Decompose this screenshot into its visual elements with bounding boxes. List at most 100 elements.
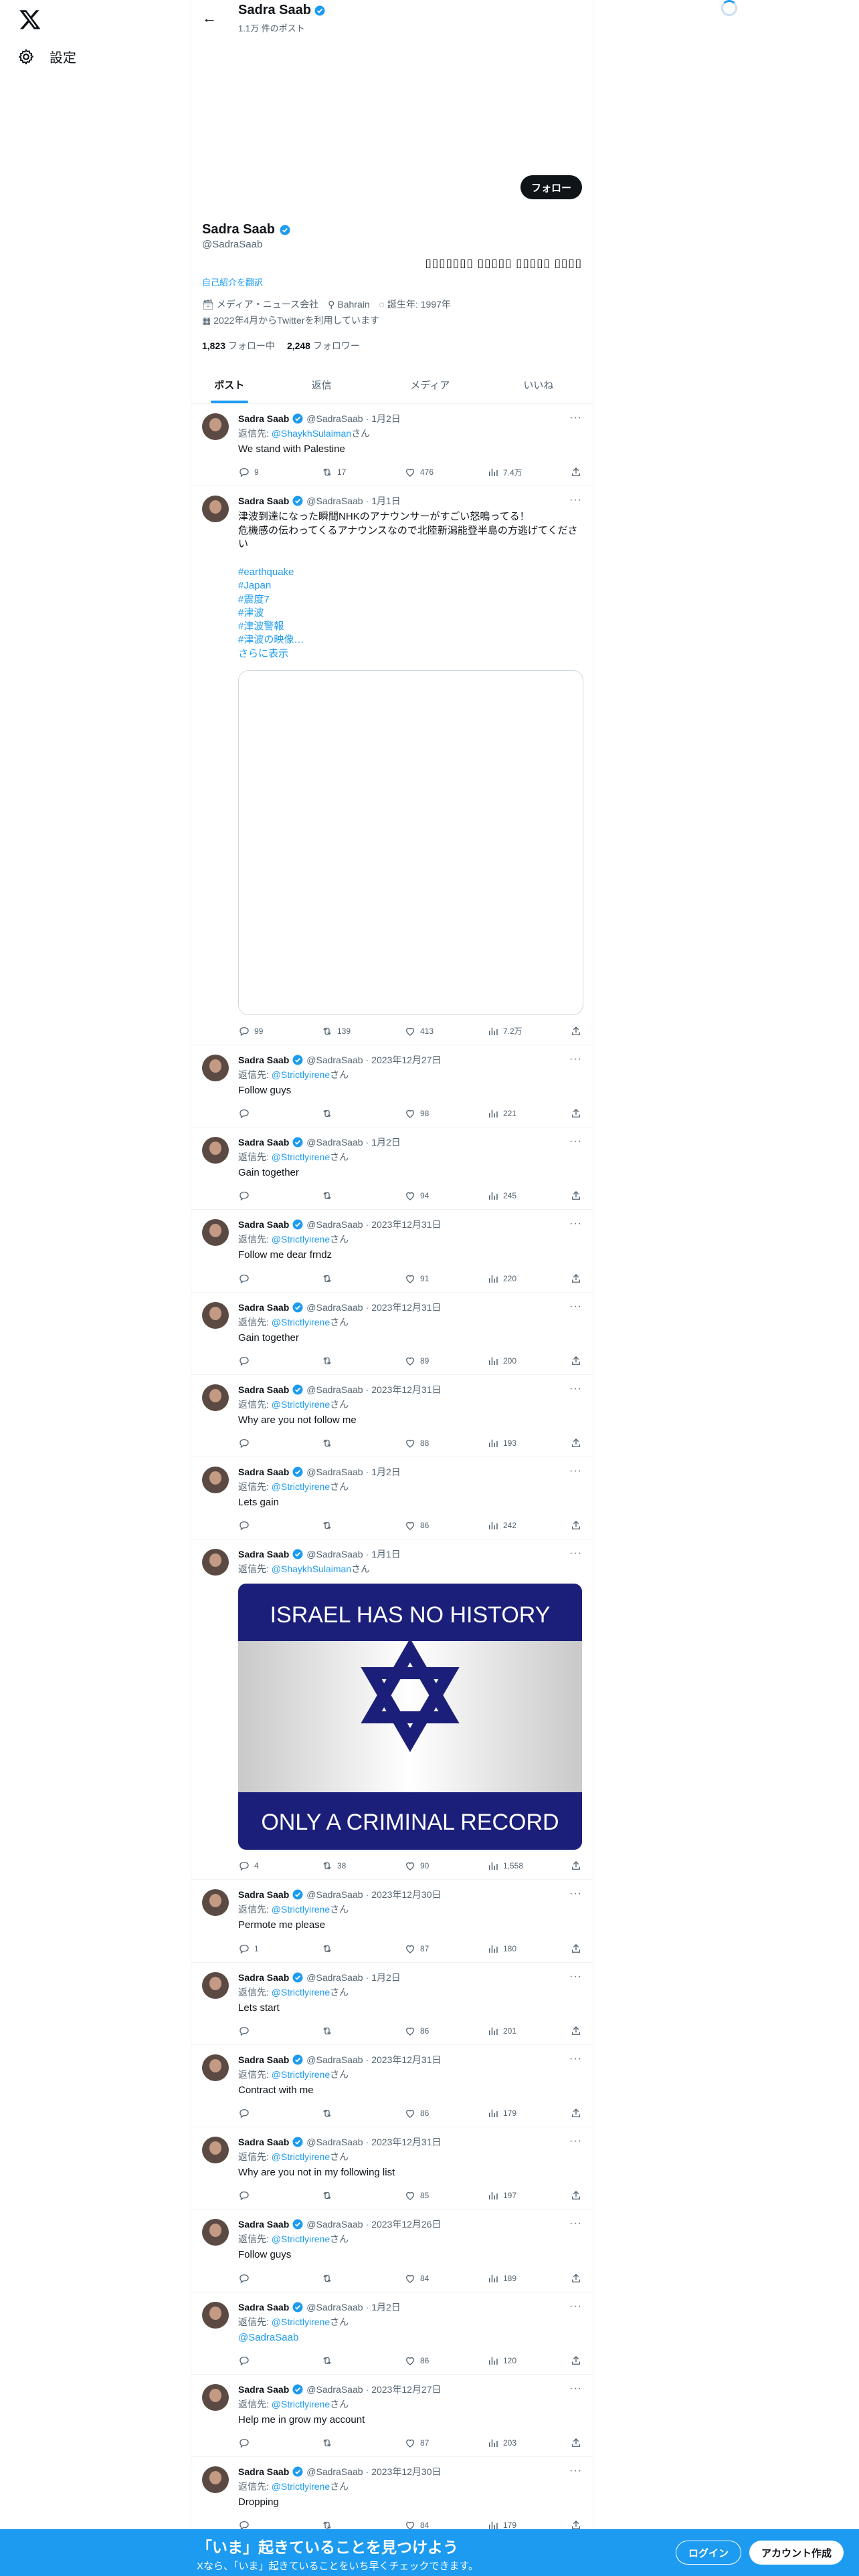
reply-to-link[interactable]: @Strictlyirene: [272, 1987, 330, 1998]
retweet-button[interactable]: [321, 2107, 395, 2119]
share-button[interactable]: [570, 466, 582, 478]
views-button[interactable]: 179: [487, 2107, 561, 2119]
views-button[interactable]: 193: [487, 1437, 561, 1449]
tweet[interactable]: ··· Sadra Saab @SadraSaab · 2023年12月30日 返信先: …: [191, 1880, 593, 1963]
reply-button[interactable]: 1: [238, 1943, 312, 1955]
hashtag-link[interactable]: #震度7: [238, 593, 582, 607]
tweet-time[interactable]: 1月2日: [371, 412, 401, 425]
avatar[interactable]: [202, 2137, 229, 2163]
avatar[interactable]: [202, 1054, 229, 1081]
views-button[interactable]: 203: [487, 2437, 561, 2449]
tab-replies[interactable]: 返信: [268, 368, 376, 403]
tweet[interactable]: ··· Sadra Saab @SadraSaab · 2023年12月31日 返信先: …: [191, 2045, 593, 2127]
hashtag-link[interactable]: #earthquake: [238, 566, 582, 579]
views-button[interactable]: 220: [487, 1273, 561, 1285]
views-button[interactable]: 197: [487, 2189, 561, 2202]
retweet-button[interactable]: [321, 2355, 395, 2367]
author-handle[interactable]: @SadraSaab: [306, 2219, 363, 2230]
share-button[interactable]: [570, 1355, 582, 1367]
retweet-button[interactable]: [321, 2189, 395, 2202]
tweet-time[interactable]: 2023年12月31日: [371, 1383, 441, 1396]
reply-to-link[interactable]: @Strictlyirene: [272, 1152, 330, 1162]
more-options-icon[interactable]: ···: [569, 1136, 582, 1148]
like-button[interactable]: 90: [404, 1860, 478, 1872]
more-options-icon[interactable]: ···: [569, 1218, 582, 1230]
following-link[interactable]: 1,823 フォロー中: [202, 339, 275, 352]
retweet-button[interactable]: [321, 1519, 395, 1531]
author-handle[interactable]: @SadraSaab: [306, 1384, 363, 1395]
like-button[interactable]: 86: [404, 2355, 478, 2367]
author-name[interactable]: Sadra Saab: [238, 2219, 289, 2230]
retweet-button[interactable]: 38: [321, 1860, 395, 1872]
tweet-time[interactable]: 2023年12月30日: [371, 2465, 441, 2478]
author-handle[interactable]: @SadraSaab: [306, 2302, 363, 2313]
hashtag-link[interactable]: #津波の映像…: [238, 633, 582, 647]
more-options-icon[interactable]: ···: [569, 2053, 582, 2065]
avatar[interactable]: [202, 2301, 229, 2329]
avatar[interactable]: [202, 1137, 229, 1164]
x-logo-icon[interactable]: [19, 8, 41, 31]
retweet-button[interactable]: [321, 2025, 395, 2037]
views-button[interactable]: 200: [487, 1355, 561, 1367]
reply-to-link[interactable]: @Strictlyirene: [272, 1904, 330, 1915]
author-name[interactable]: Sadra Saab: [238, 2137, 289, 2147]
tweet[interactable]: ··· Sadra Saab @SadraSaab · 1月2日 返信先: @Strict…: [191, 1963, 593, 2045]
reply-to-link[interactable]: @Strictlyirene: [272, 2151, 330, 2162]
author-handle[interactable]: @SadraSaab: [306, 1467, 363, 1477]
retweet-button[interactable]: [321, 2437, 395, 2449]
like-button[interactable]: 413: [404, 1025, 478, 1037]
reply-button[interactable]: [238, 2189, 312, 2202]
avatar[interactable]: [202, 496, 229, 523]
more-options-icon[interactable]: ···: [569, 1888, 582, 1900]
like-button[interactable]: 85: [404, 2189, 478, 2202]
author-handle[interactable]: @SadraSaab: [306, 2466, 363, 2477]
tweet-image[interactable]: ISRAEL HAS NO HISTORY ONLY A CRIMINAL REC…: [238, 1584, 582, 1850]
tweet-time[interactable]: 2023年12月27日: [371, 1053, 441, 1067]
avatar[interactable]: [202, 1467, 229, 1493]
avatar[interactable]: [202, 1219, 229, 1247]
share-button[interactable]: [570, 2437, 582, 2449]
avatar[interactable]: [202, 2383, 229, 2411]
author-name[interactable]: Sadra Saab: [238, 2466, 289, 2477]
retweet-button[interactable]: [321, 1273, 395, 1285]
tweet[interactable]: ··· Sadra Saab @SadraSaab · 2023年12月26日 返信先: …: [191, 2210, 593, 2292]
reply-button[interactable]: [238, 1519, 312, 1531]
views-button[interactable]: 189: [487, 2272, 561, 2284]
retweet-button[interactable]: 139: [321, 1025, 395, 1037]
reply-button[interactable]: [238, 2437, 312, 2449]
author-name[interactable]: Sadra Saab: [238, 1384, 289, 1395]
like-button[interactable]: 88: [404, 1437, 478, 1449]
avatar[interactable]: [202, 2054, 229, 2081]
share-button[interactable]: [570, 1273, 582, 1285]
reply-to-link[interactable]: @Strictlyirene: [272, 2399, 330, 2409]
views-button[interactable]: 242: [487, 1519, 561, 1531]
author-name[interactable]: Sadra Saab: [238, 1055, 289, 1065]
retweet-button[interactable]: [321, 1355, 395, 1367]
tweet[interactable]: ··· Sadra Saab @SadraSaab · 1月1日 津波到達になった瞬間NH…: [191, 486, 593, 1045]
show-more-link[interactable]: さらに表示: [238, 647, 582, 661]
like-button[interactable]: 89: [404, 1355, 478, 1367]
views-button[interactable]: 201: [487, 2025, 561, 2037]
author-handle[interactable]: @SadraSaab: [306, 496, 363, 506]
translate-bio-link[interactable]: 自己紹介を翻訳: [202, 276, 582, 288]
retweet-button[interactable]: [321, 1107, 395, 1119]
reply-button[interactable]: [238, 1437, 312, 1449]
reply-button[interactable]: 4: [238, 1860, 312, 1872]
share-button[interactable]: [570, 1943, 582, 1955]
tweet[interactable]: ··· Sadra Saab @SadraSaab · 1月2日 返信先: @Shaykh…: [191, 404, 593, 487]
reply-to-link[interactable]: @Strictlyirene: [272, 1481, 330, 1492]
more-options-icon[interactable]: ···: [569, 1465, 582, 1477]
author-name[interactable]: Sadra Saab: [238, 2054, 289, 2065]
followers-link[interactable]: 2,248 フォロワー: [287, 339, 360, 352]
views-button[interactable]: 180: [487, 1943, 561, 1955]
more-options-icon[interactable]: ···: [569, 1301, 582, 1313]
author-handle[interactable]: @SadraSaab: [306, 1302, 363, 1313]
retweet-button[interactable]: [321, 1437, 395, 1449]
more-options-icon[interactable]: ···: [569, 2135, 582, 2147]
tweet-time[interactable]: 2023年12月30日: [371, 1888, 441, 1901]
views-button[interactable]: 7.4万: [487, 466, 561, 478]
avatar[interactable]: [202, 2466, 229, 2493]
views-button[interactable]: 7.2万: [487, 1025, 561, 1037]
more-options-icon[interactable]: ···: [569, 412, 582, 424]
reply-button[interactable]: [238, 1190, 312, 1202]
